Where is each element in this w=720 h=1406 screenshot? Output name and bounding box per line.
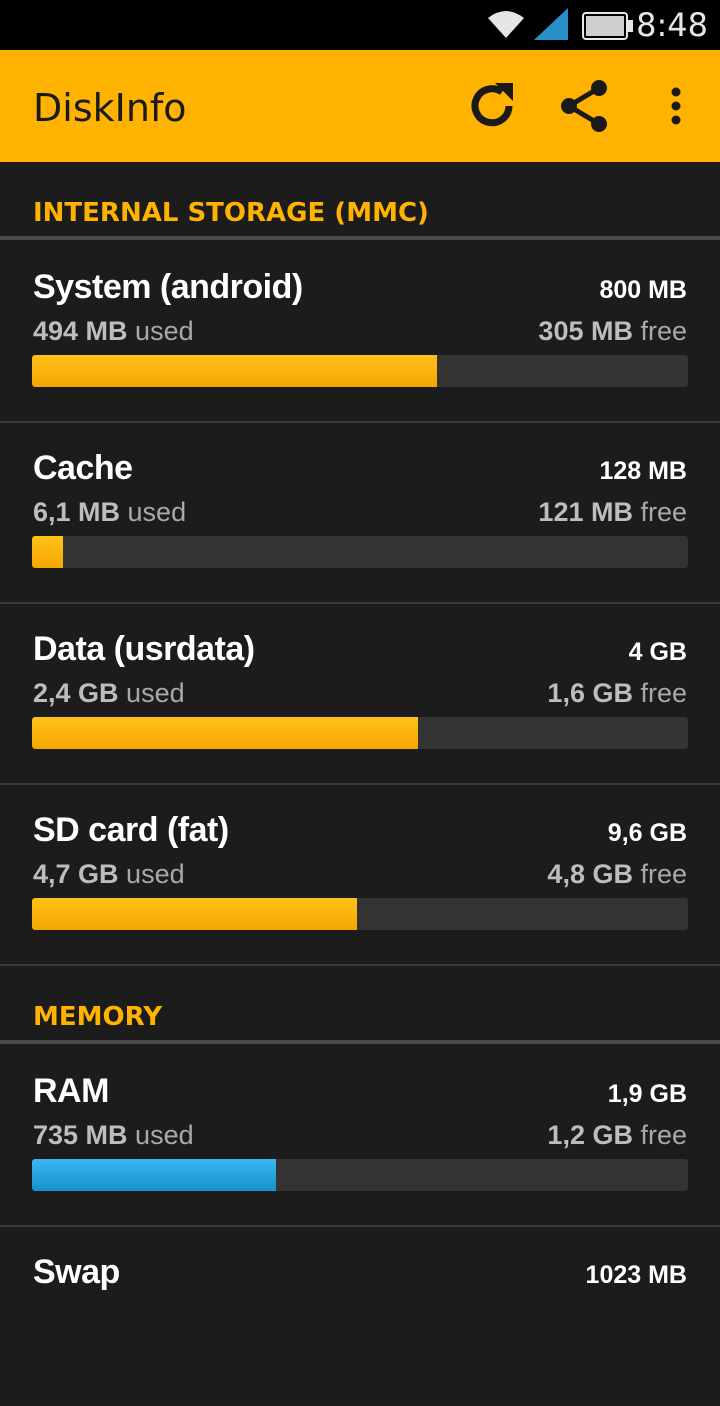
usage-bar [32,717,688,749]
storage-item-system[interactable]: System (android) 800 MB 494 MB used 305 … [0,240,720,423]
item-total: 128 MB [599,457,687,485]
item-name: Swap [33,1253,120,1291]
item-used: 2,4 GB used [33,678,185,708]
refresh-icon [471,83,513,127]
item-total: 1,9 GB [607,1080,687,1108]
app-title: DiskInfo [33,86,187,130]
item-total: 800 MB [599,276,687,304]
wifi-icon [488,11,524,38]
share-button[interactable] [550,72,618,140]
usage-bar-fill [32,898,358,930]
item-total: 4 GB [628,638,687,666]
storage-item-cache[interactable]: Cache 128 MB 6,1 MB used 121 MB free [0,421,720,604]
usage-bar-fill [32,355,438,387]
refresh-button[interactable] [458,72,526,140]
item-free: 121 MB free [538,497,687,527]
memory-item-ram[interactable]: RAM 1,9 GB 735 MB used 1,2 GB free [0,1044,720,1227]
item-used: 6,1 MB used [33,497,187,527]
status-bar: 8:48 [0,0,720,50]
storage-item-data[interactable]: Data (usrdata) 4 GB 2,4 GB used 1,6 GB f… [0,602,720,785]
usage-bar-fill [32,536,64,568]
usage-bar-fill [32,1159,277,1191]
app-bar: DiskInfo [0,50,720,162]
overflow-menu-button[interactable] [642,72,710,140]
section-header-internal-storage: INTERNAL STORAGE (MMC) [33,198,429,228]
item-name: Data (usrdata) [33,630,255,668]
section-header-memory: MEMORY [33,1002,163,1032]
overflow-menu-icon [671,87,681,125]
item-name: SD card (fat) [33,811,229,849]
item-used: 4,7 GB used [33,859,185,889]
item-total: 1023 MB [585,1261,687,1289]
item-name: RAM [33,1072,109,1110]
storage-item-sd-card[interactable]: SD card (fat) 9,6 GB 4,7 GB used 4,8 GB … [0,783,720,966]
item-total: 9,6 GB [607,819,687,847]
usage-bar [32,536,688,568]
item-free: 4,8 GB free [547,859,687,889]
memory-item-swap[interactable]: Swap 1023 MB [0,1225,720,1406]
item-name: Cache [33,449,133,487]
signal-icon [534,8,568,40]
item-free: 1,2 GB free [547,1120,687,1150]
share-icon [561,80,607,132]
usage-bar [32,898,688,930]
battery-icon [582,12,633,40]
item-free: 1,6 GB free [547,678,687,708]
item-name: System (android) [33,268,303,306]
usage-bar [32,1159,688,1191]
item-free: 305 MB free [538,316,687,346]
item-used: 494 MB used [33,316,194,346]
usage-bar-fill [32,717,418,749]
clock: 8:48 [636,6,708,44]
item-used: 735 MB used [33,1120,194,1150]
usage-bar [32,355,688,387]
